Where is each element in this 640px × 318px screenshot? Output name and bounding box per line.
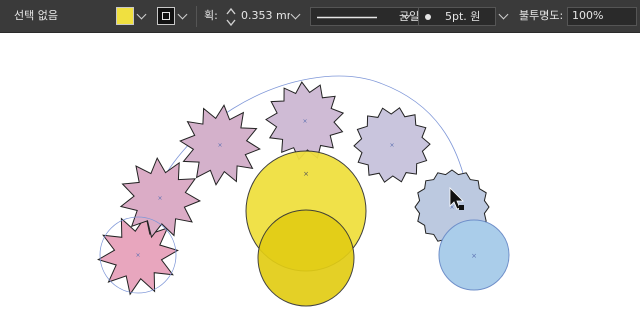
star-center-mark: × <box>217 142 222 149</box>
brush-value: 5pt. 원 <box>445 10 481 23</box>
brush-dot-icon <box>425 14 431 20</box>
stroke-weight-label: 획: <box>204 9 218 22</box>
stroke-line-preview-icon <box>317 16 377 19</box>
fill-chevron-down-icon[interactable] <box>136 9 147 20</box>
selection-status: 선택 없음 <box>14 9 58 22</box>
stroke-weight-input[interactable]: 0.353 mn <box>238 8 290 26</box>
star-center-mark: × <box>157 195 162 202</box>
star-center-mark: × <box>389 142 394 149</box>
yellow-center-mark: × <box>303 170 309 178</box>
opacity-label[interactable]: 불투명도: <box>519 9 563 23</box>
brush-select[interactable]: 5pt. 원 <box>418 7 496 26</box>
circle-center-mark: × <box>471 252 477 260</box>
opacity-value: 100% <box>572 9 604 22</box>
fill-color-swatch[interactable] <box>116 7 134 25</box>
stroke-weight-chevron-down-icon[interactable] <box>290 9 301 20</box>
star-center-mark: × <box>135 252 140 259</box>
toolbar-divider <box>196 6 197 27</box>
yellow-circle-small[interactable] <box>257 209 355 307</box>
opacity-input[interactable]: 100% <box>567 7 637 26</box>
control-toolbar: 선택 없음 획: 0.353 mn 균일 5pt. 원 불투명도: 100% <box>0 0 640 33</box>
artboard-canvas[interactable]: ×××××× × × <box>0 33 640 318</box>
stroke-weight-value: 0.353 mn <box>241 9 290 22</box>
stroke-chevron-down-icon[interactable] <box>177 9 188 20</box>
star-center-mark: × <box>302 118 307 125</box>
stroke-weight-stepper-icon[interactable] <box>226 7 236 27</box>
brush-chevron-down-icon[interactable] <box>498 9 509 20</box>
stroke-color-swatch[interactable] <box>157 7 175 25</box>
